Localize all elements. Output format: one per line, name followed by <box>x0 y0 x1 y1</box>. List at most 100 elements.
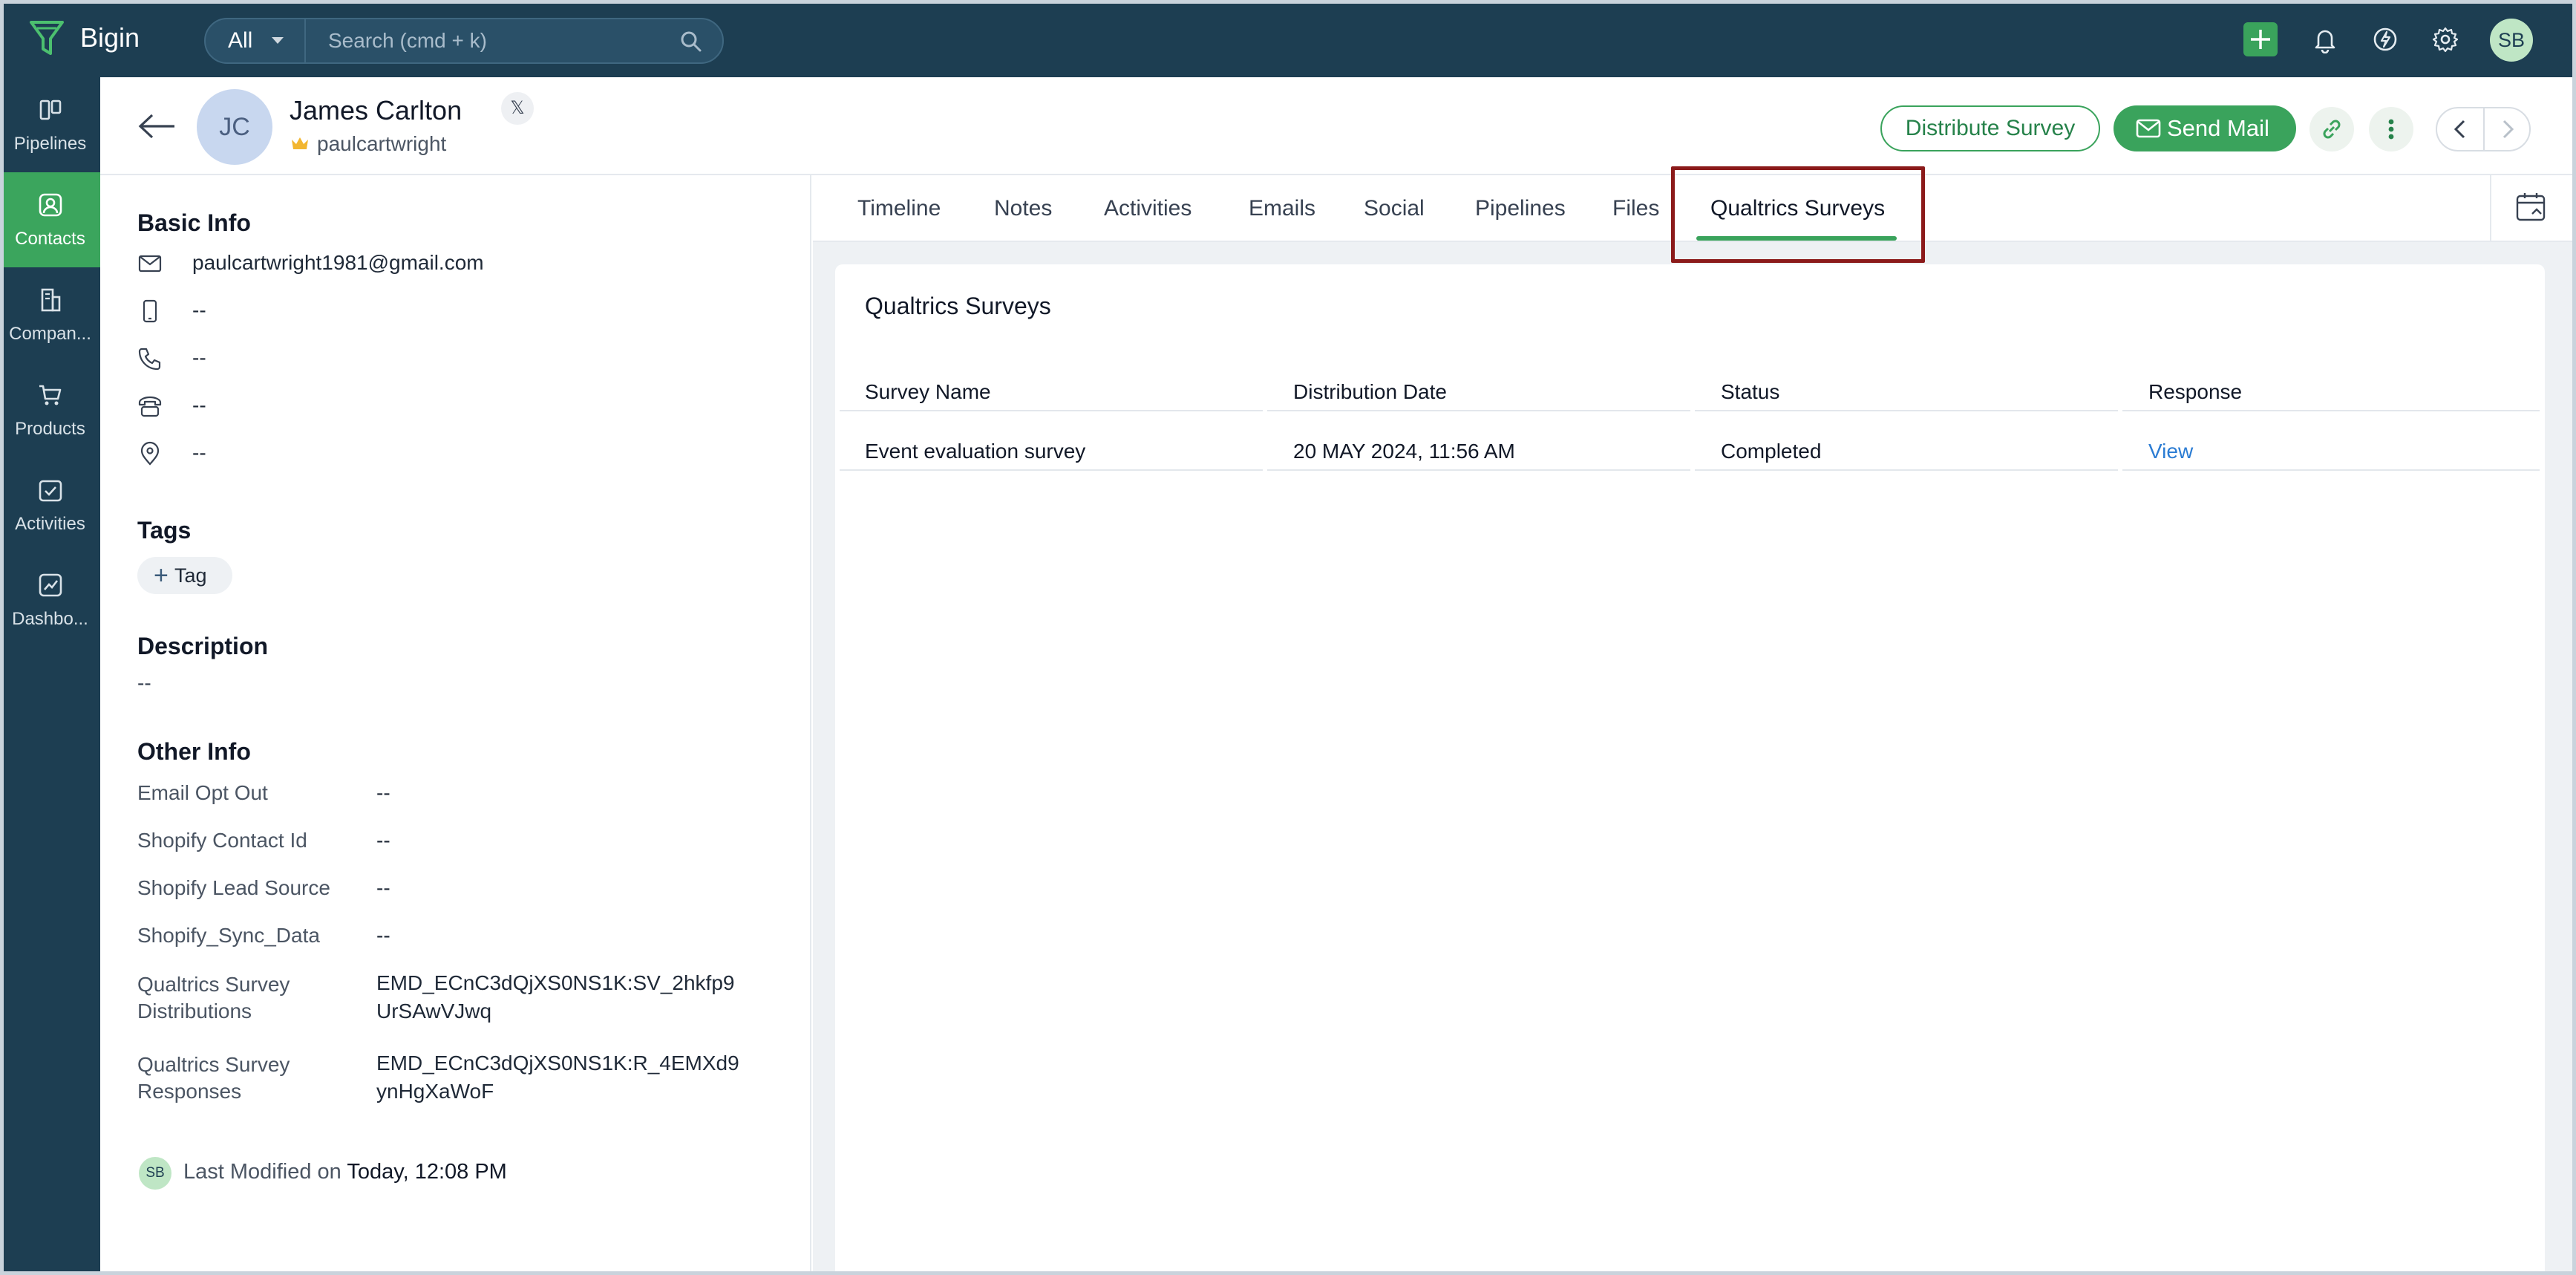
add-tag-label: Tag <box>174 564 207 587</box>
bigin-logo-icon[interactable] <box>28 19 65 58</box>
tab-timeline[interactable]: Timeline <box>857 196 941 221</box>
nav-label: Dashbo... <box>12 609 88 629</box>
description-value: -- <box>137 671 151 694</box>
nav-label: Products <box>15 419 85 439</box>
tab-notes[interactable]: Notes <box>994 196 1052 221</box>
search-scope-dropdown[interactable]: All <box>206 19 306 62</box>
more-vertical-icon <box>2388 119 2394 140</box>
highlight-annotation <box>1671 166 1925 263</box>
tab-pipelines[interactable]: Pipelines <box>1475 196 1566 221</box>
x-social-icon[interactable]: 𝕏 <box>501 92 534 125</box>
chevron-down-icon <box>272 37 284 44</box>
tab-bar: Timeline Notes Activities Emails Social … <box>813 166 2576 263</box>
mobile-phone-icon <box>143 299 157 323</box>
nav-item-contacts[interactable]: Contacts <box>0 172 100 267</box>
nav-label: Activities <box>15 514 85 534</box>
phone-value: -- <box>192 346 206 369</box>
field-label: Shopify_Sync_Data <box>137 924 320 947</box>
field-value: -- <box>376 829 390 852</box>
divider <box>2490 175 2491 241</box>
nav-item-companies[interactable]: Compan... <box>0 267 100 362</box>
nav-label: Compan... <box>9 324 91 344</box>
customize-tabs-icon[interactable] <box>2514 192 2549 226</box>
distribute-survey-button[interactable]: Distribute Survey <box>1880 105 2100 151</box>
telephone-icon <box>138 396 162 417</box>
add-tag-button[interactable]: + Tag <box>137 557 232 594</box>
tags-title: Tags <box>137 517 192 544</box>
survey-name-cell: Event evaluation survey <box>865 440 1086 463</box>
search-scope-label: All <box>228 28 253 53</box>
pipelines-icon <box>39 100 61 120</box>
qualtrics-surveys-card: Qualtrics Surveys Survey Name Distributi… <box>835 264 2545 1275</box>
basic-info-title: Basic Info <box>137 209 251 236</box>
tab-files[interactable]: Files <box>1612 196 1659 221</box>
link-button[interactable] <box>2309 107 2354 151</box>
plus-icon: + <box>154 561 169 590</box>
activities-icon <box>39 480 62 502</box>
phone-icon <box>138 348 161 371</box>
nav-item-activities[interactable]: Activities <box>0 457 100 552</box>
distribution-date-cell: 20 MAY 2024, 11:56 AM <box>1293 440 1515 463</box>
user-avatar[interactable]: SB <box>2490 19 2533 62</box>
field-value: -- <box>376 781 390 804</box>
email-value[interactable]: paulcartwright1981@gmail.com <box>192 251 484 275</box>
more-options-button[interactable] <box>2369 107 2413 151</box>
plus-icon <box>2251 30 2270 49</box>
search-icon[interactable] <box>679 30 703 53</box>
send-mail-button[interactable]: Send Mail <box>2114 105 2296 151</box>
view-response-link[interactable]: View <box>2148 440 2193 463</box>
header-divider <box>840 410 2540 411</box>
quick-create-button[interactable] <box>2243 22 2278 56</box>
bell-icon[interactable] <box>2311 25 2339 53</box>
send-mail-label: Send Mail <box>2167 115 2269 141</box>
modifier-avatar: SB <box>139 1157 171 1190</box>
activity-feed-icon[interactable] <box>2371 25 2399 53</box>
column-header-survey-name: Survey Name <box>865 380 991 403</box>
field-value: EMD_ECnC3dQjXS0NS1K:SV_2hkfp9UrSAwVJwq <box>376 971 735 1023</box>
global-search[interactable]: All Search (cmd + k) <box>204 18 724 64</box>
tab-emails[interactable]: Emails <box>1249 196 1315 221</box>
other-info-title: Other Info <box>137 738 251 765</box>
dashboards-icon <box>39 573 62 597</box>
record-header: JC James Carlton paulcartwright 𝕏 Distri… <box>100 77 2576 175</box>
last-modified: Last Modified on Today, 12:08 PM <box>183 1160 507 1184</box>
nav-label: Pipelines <box>13 134 87 154</box>
contact-owner[interactable]: paulcartwright <box>317 132 446 156</box>
description-title: Description <box>137 633 269 659</box>
contact-avatar: JC <box>197 89 272 165</box>
field-label: Email Opt Out <box>137 781 268 804</box>
divider <box>2483 108 2485 150</box>
field-value: -- <box>376 924 390 947</box>
nav-item-dashboards[interactable]: Dashbo... <box>0 552 100 648</box>
owner-crown-icon <box>292 137 308 149</box>
last-modified-prefix: Last Modified on <box>183 1160 341 1184</box>
envelope-icon <box>138 255 162 273</box>
column-header-response: Response <box>2148 380 2243 403</box>
chevron-right-icon[interactable] <box>2497 119 2517 140</box>
nav-item-pipelines[interactable]: Pipelines <box>0 77 100 172</box>
contacts-icon <box>39 193 62 217</box>
field-label: Shopify Lead Source <box>137 876 330 899</box>
row-divider <box>840 469 2540 471</box>
chevron-left-icon[interactable] <box>2451 119 2471 140</box>
tab-activities[interactable]: Activities <box>1104 196 1191 221</box>
field-label: Qualtrics Survey Responses <box>137 1053 290 1103</box>
mobile-value: -- <box>192 299 206 322</box>
tab-social[interactable]: Social <box>1364 196 1425 221</box>
gear-icon[interactable] <box>2431 25 2459 53</box>
record-navigation <box>2436 107 2531 151</box>
field-label: Qualtrics Survey Distributions <box>137 973 290 1023</box>
card-title: Qualtrics Surveys <box>865 293 1051 319</box>
products-icon <box>39 385 61 405</box>
field-value: -- <box>376 876 390 899</box>
back-arrow-icon[interactable] <box>137 113 176 140</box>
location-pin-icon <box>140 441 160 466</box>
nav-item-products[interactable]: Products <box>0 362 100 457</box>
link-icon <box>2323 120 2341 139</box>
app-brand: Bigin <box>80 22 140 53</box>
home-phone-value: -- <box>192 394 206 417</box>
field-label: Shopify Contact Id <box>137 829 307 852</box>
field-value: EMD_ECnC3dQjXS0NS1K:R_4EMXd9ynHgXaWoF <box>376 1051 739 1103</box>
search-input[interactable]: Search (cmd + k) <box>328 19 487 62</box>
related-lists-area: Timeline Notes Activities Emails Social … <box>813 166 2576 1275</box>
